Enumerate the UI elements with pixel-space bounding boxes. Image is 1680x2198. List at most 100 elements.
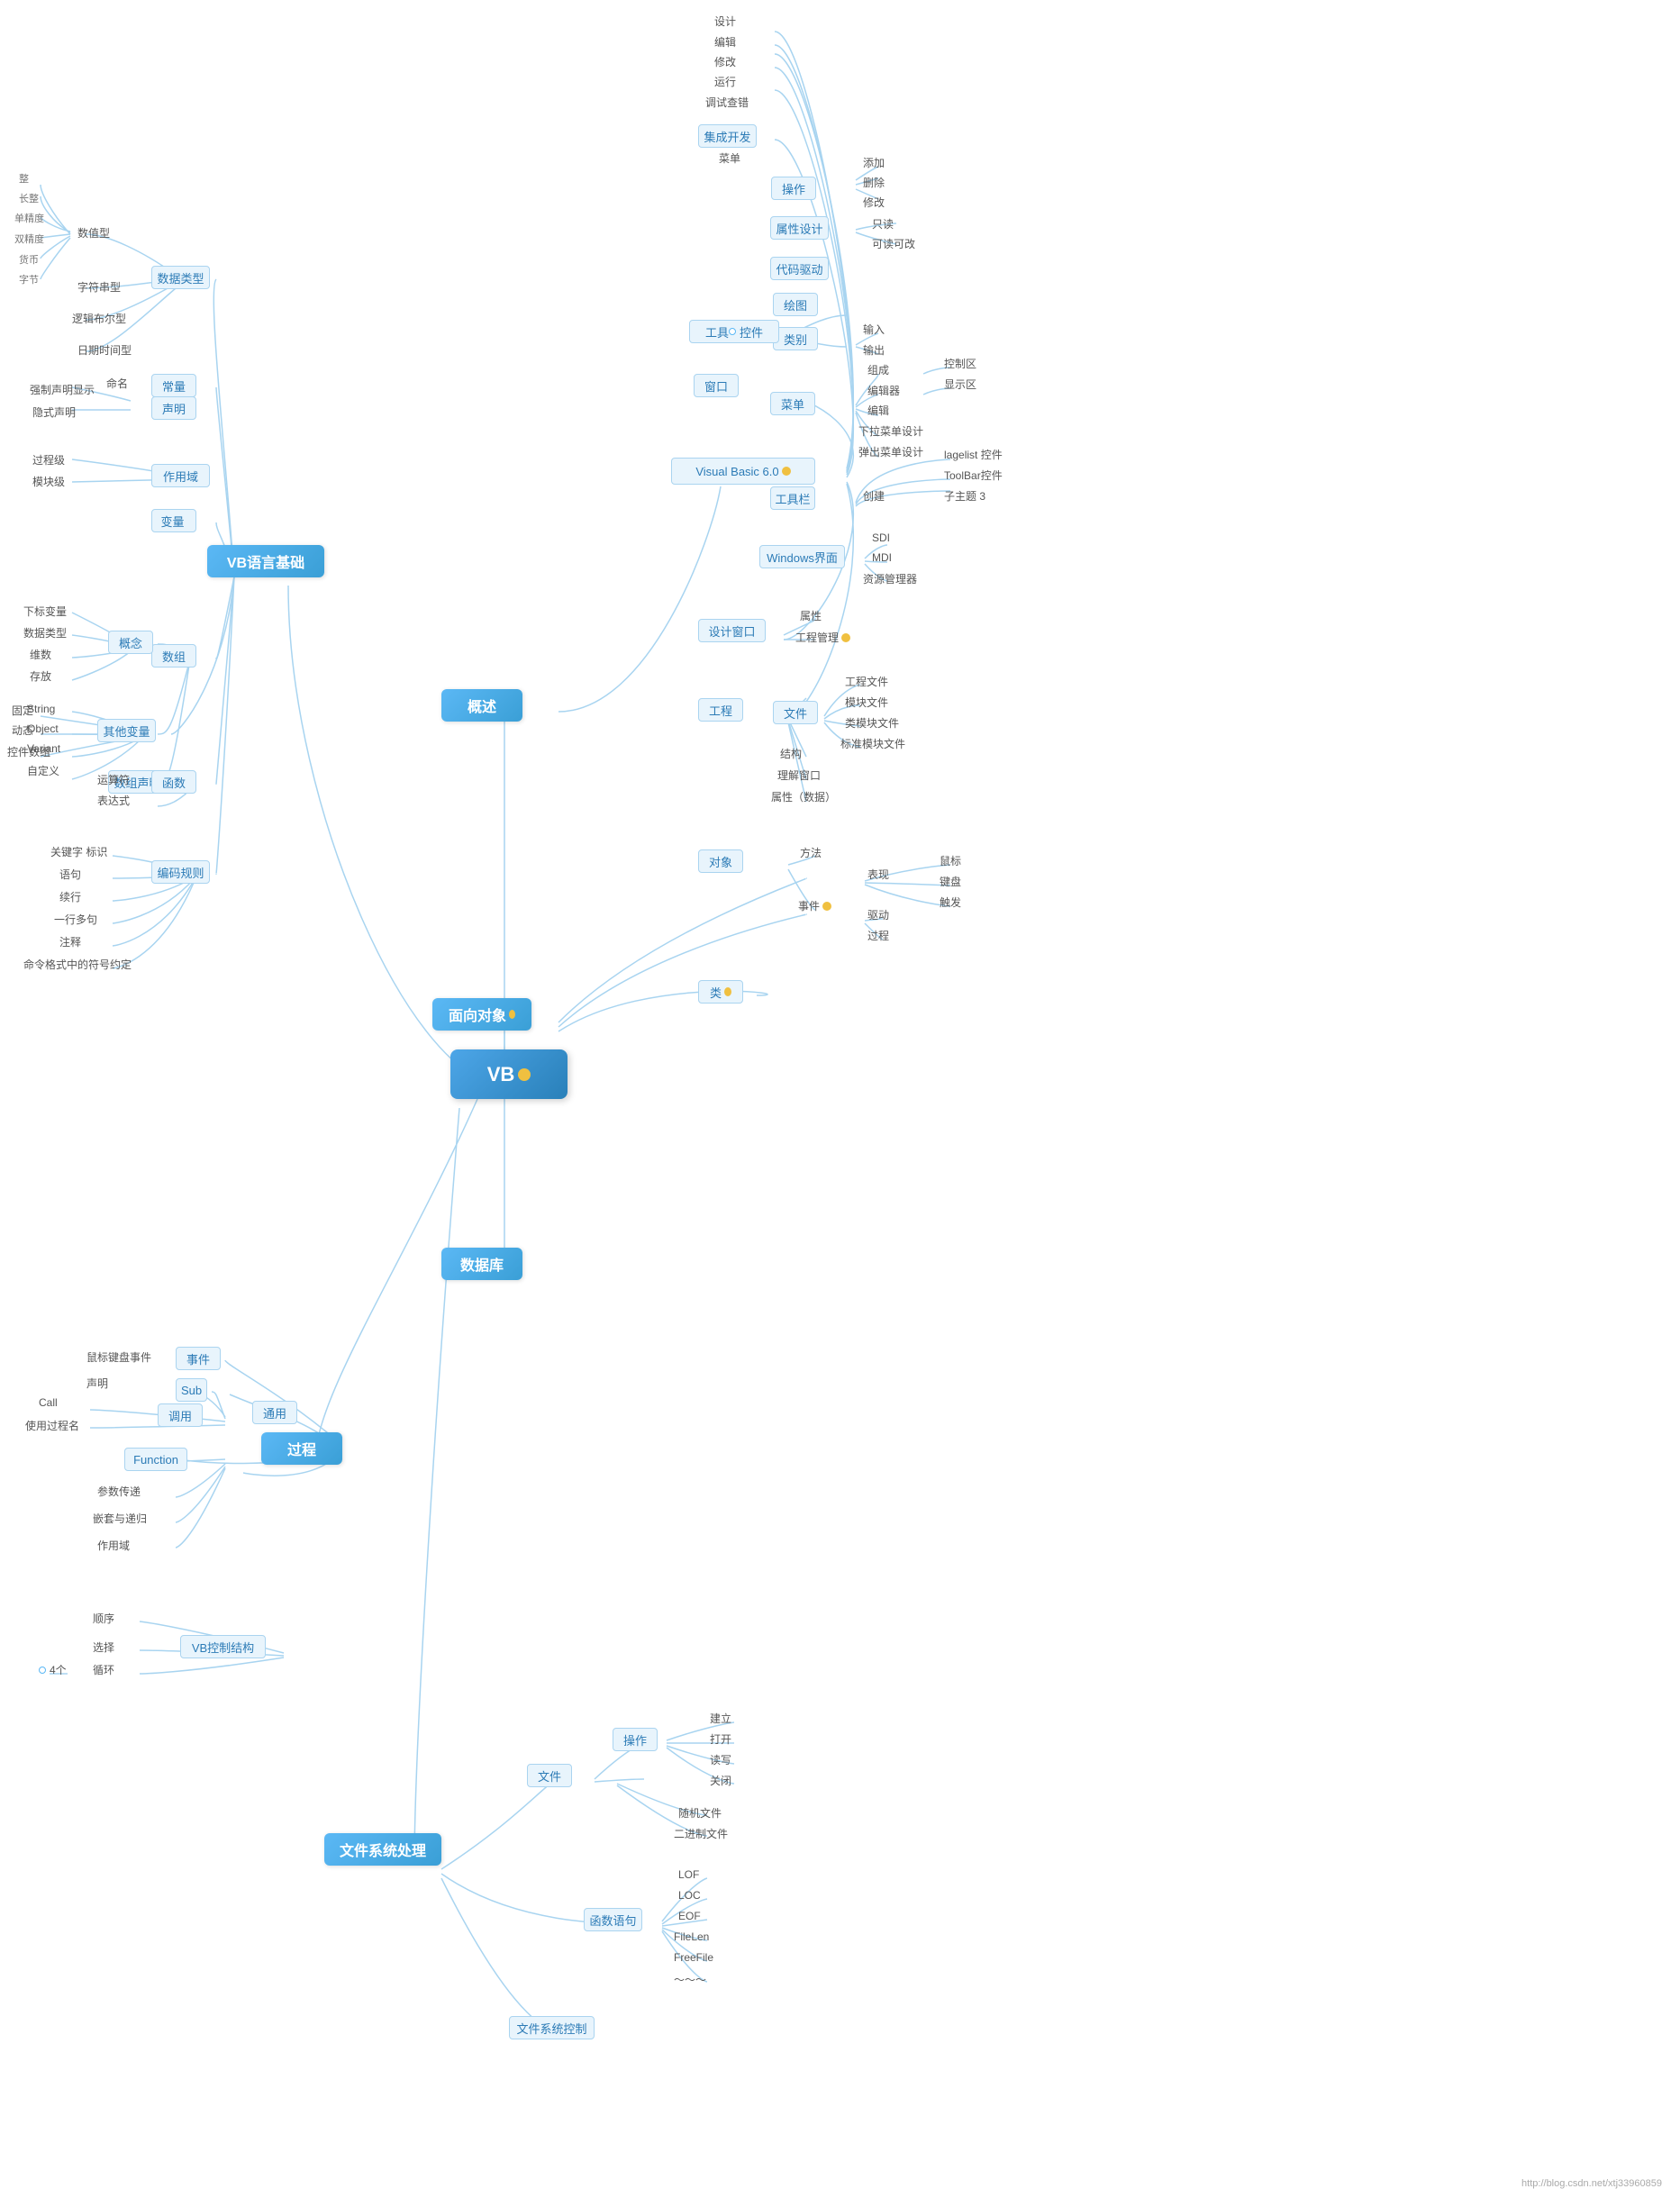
freefile-node: FreeFile — [667, 1949, 721, 1966]
zheng-node: 整 — [14, 169, 34, 187]
mianxiang-duixiang-node: 面向对象 — [432, 998, 531, 1031]
shiyong-guochengming-node: 使用过程名 — [18, 1416, 86, 1435]
minglinggeshi-node: 命令格式中的符号约定 — [16, 955, 139, 974]
guocheng-node: 过程 — [261, 1432, 342, 1465]
mokuai-wenjian-node: 模块文件 — [838, 693, 895, 712]
suiji-wenjian-node: 随机文件 — [671, 1803, 729, 1822]
filelen-node: FileLen — [667, 1929, 716, 1945]
caidian-node: 菜单 — [712, 149, 748, 168]
zhidu-node: 只读 — [865, 214, 901, 233]
qiantao-dijui-node: 嵌套与递归 — [86, 1509, 154, 1528]
shuxing-s-node: 属性 — [793, 606, 829, 625]
xunhuan-node: 循环 — [86, 1660, 122, 1679]
zuoyong-yu-node: 作用域 — [151, 464, 210, 487]
daima-qudong-node: 代码驱动 — [770, 257, 829, 280]
biaoxian-node: 表现 — [860, 865, 896, 884]
gongcheng-wenjian-node: 工程文件 — [838, 672, 895, 691]
wenjian-xitong-kongzhi-node: 文件系统控制 — [509, 2016, 595, 2039]
visual-basic-node: Visual Basic 6.0 — [671, 458, 815, 485]
caidian2-node: 菜单 — [770, 392, 815, 415]
duixiang-node: 对象 — [698, 849, 743, 873]
shuzhu-node: 数组 — [151, 644, 196, 668]
chufa-node: 触发 — [932, 893, 968, 912]
toolbar-kj-node: ToolBar控件 — [937, 466, 1010, 485]
sige-node: 4个 — [32, 1660, 74, 1679]
lof-node: LOF — [671, 1866, 706, 1883]
biaozhun-mokuai-node: 标准模块文件 — [833, 734, 913, 753]
xiugai-node: 修改 — [707, 52, 743, 71]
vb-yuyan-jichu-node: VB语言基础 — [207, 545, 324, 577]
shengming-g-node: 声明 — [79, 1374, 115, 1393]
shuju-leixing2-node: 数据类型 — [16, 623, 74, 642]
guanjianzi-node: 关键字 标识 — [43, 842, 114, 861]
tianjia-node: 添加 — [856, 153, 892, 172]
yinshi-node: 隐式声明 — [25, 403, 83, 422]
vb-yuyan-jichu-label: VB语言基础 — [227, 550, 304, 572]
gongju-lan-node: 工具栏 — [770, 486, 815, 510]
gongju-kongzhi-node: 工具 控件 — [689, 320, 779, 343]
zuoyong-yu2-node: 作用域 — [90, 1536, 137, 1555]
mianxiang-duixiang-label: 面向对象 — [449, 1004, 506, 1025]
yunsuanfu-node: 运算符 — [90, 770, 137, 789]
caozuo-node: 操作 — [771, 177, 816, 200]
string-type-node: String — [20, 701, 62, 717]
loc-node: LOC — [671, 1887, 708, 1903]
zhushi-node: 注释 — [52, 932, 88, 951]
bianma-guize-node: 编码规则 — [151, 860, 210, 884]
sheji-chuangkou-node: 设计窗口 — [698, 619, 766, 642]
gaishu-label: 概述 — [468, 695, 496, 716]
qita-bianling-node: 其他变量 — [97, 719, 156, 742]
shuang-jingdu-node: 双精度 — [9, 230, 50, 248]
call-key-node: Call — [32, 1394, 65, 1411]
guanbi-node: 关闭 — [703, 1771, 739, 1790]
gongcheng-node: 工程 — [698, 698, 743, 722]
shuchu-node: 输出 — [856, 341, 892, 359]
duxie-node: 读写 — [703, 1750, 739, 1769]
canshu-chuandi-node: 参数传递 — [90, 1482, 148, 1501]
more-dots-node: ～～～ — [667, 1970, 713, 1989]
zifuchuan-lei-node: 字符串型 — [70, 277, 128, 296]
jiegou-node: 结构 — [773, 744, 809, 763]
sheji-node: 设计 — [707, 12, 743, 31]
bianji2-node: 编辑 — [860, 401, 896, 420]
gainian-node: 概念 — [108, 631, 153, 654]
riqi-lei-node: 日期时间型 — [70, 341, 139, 359]
kedu-kegai-node: 可读可改 — [865, 234, 922, 253]
xialacaidian-node: 下拉菜单设计 — [851, 422, 931, 441]
variant-type-node: Variant — [20, 740, 68, 757]
chang-zheng-node: 长整 — [14, 189, 44, 207]
shujuku-label: 数据库 — [460, 1253, 504, 1275]
cun-fang-node: 存放 — [23, 667, 59, 686]
yunxing-node: 运行 — [707, 72, 743, 91]
erjinzhi-wenjian-node: 二进制文件 — [667, 1824, 735, 1843]
shuju-leixing-node: 数据类型 — [151, 266, 210, 289]
caozuo-fs-node: 操作 — [613, 1728, 658, 1751]
shuxing-sheji-node: 属性设计 — [770, 216, 829, 240]
jicheng-kaifa-node: 集成开发 — [698, 124, 757, 148]
huitu-node: 绘图 — [773, 293, 818, 316]
visual-basic-label: Visual Basic 6.0 — [695, 465, 778, 478]
mokuai-ji-node: 模块级 — [25, 472, 72, 491]
eof-node: EOF — [671, 1908, 708, 1924]
chuangkou-node: 窗口 — [694, 374, 739, 397]
wenjian-xitong-node: 文件系统处理 — [324, 1833, 441, 1866]
root-label: VB — [487, 1063, 515, 1086]
tongyong-node: 通用 — [252, 1401, 297, 1424]
vb-icon — [782, 467, 791, 476]
lagelist-node: lagelist 控件 — [937, 445, 1010, 464]
xianshiqu-node: 显示区 — [937, 375, 984, 394]
mindmap-container: VB VB语言基础 概述 面向对象 数据库 过程 文件系统处理 Visual B… — [0, 0, 1680, 2198]
xuanze-node: 选择 — [86, 1638, 122, 1657]
gongcheng-guanli-node: 工程管理 — [788, 628, 858, 647]
lijie-chuangkou-node: 理解窗口 — [770, 766, 828, 785]
leibie-node: 类别 — [773, 327, 818, 350]
diaoyong-node: 调用 — [158, 1403, 203, 1427]
zi-zhuti-node: 子主题 3 — [937, 486, 993, 505]
bianji-node: 编辑 — [707, 32, 743, 51]
hanshu-yufa-node: 函数语句 — [584, 1908, 642, 1931]
gaishu-node: 概述 — [441, 689, 522, 722]
shijian-node: 事件 — [791, 896, 839, 915]
mingming-node: 命名 — [99, 374, 135, 393]
tiaoshi-node: 调试查错 — [698, 93, 756, 112]
tanchucaidian-node: 弹出菜单设计 — [851, 442, 931, 461]
